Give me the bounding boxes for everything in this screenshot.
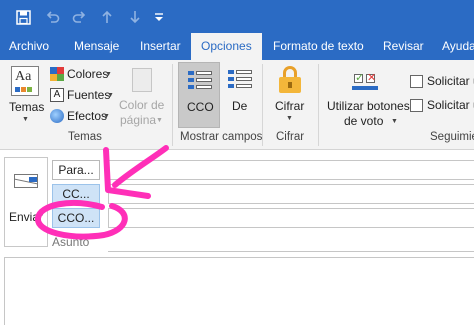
tab-insertar[interactable]: Insertar <box>140 33 181 60</box>
tab-opciones[interactable]: Opciones <box>191 33 262 60</box>
chevron-down-icon: ▼ <box>22 116 29 123</box>
palette-icon <box>50 67 64 81</box>
chevron-down-icon: ▼ <box>105 71 112 78</box>
tab-ayuda[interactable]: Ayuda <box>442 33 474 60</box>
message-body[interactable] <box>4 257 474 325</box>
cco-button[interactable]: CCO... <box>52 208 100 228</box>
chevron-down-icon: ▼ <box>286 115 293 122</box>
page-color-icon <box>132 68 152 92</box>
tab-mensaje[interactable]: Mensaje <box>74 33 119 60</box>
fuentes-label: Fuentes <box>67 88 111 102</box>
effects-icon <box>50 109 64 123</box>
botones-de-voto-label-2: de voto <box>344 114 384 128</box>
cco-label: CCO <box>187 100 214 114</box>
group-label-mostrar-campos: Mostrar campos <box>180 131 263 143</box>
tab-archivo[interactable]: Archivo <box>9 33 49 60</box>
send-label: Enviar <box>9 210 44 224</box>
solicitar-label-2: Solicitar u <box>427 98 474 112</box>
group-label-temas: Temas <box>68 131 102 143</box>
temas-label: Temas <box>9 100 45 114</box>
temas-icon: Aa <box>11 66 39 96</box>
from-icon <box>228 68 252 90</box>
send-icon <box>14 171 38 188</box>
chevron-down-icon: ▼ <box>103 113 110 120</box>
colores-button[interactable]: Colores ▼ <box>50 66 114 84</box>
checkbox[interactable] <box>410 75 423 88</box>
de-button[interactable]: De <box>224 62 256 128</box>
group-label-seguimiento: Seguimie <box>430 131 474 143</box>
chevron-down-icon: ▼ <box>156 117 163 124</box>
cco-toggle-button[interactable]: CCO <box>178 62 220 128</box>
efectos-button[interactable]: Efectos ▼ <box>50 108 114 126</box>
botones-de-voto-label: Utilizar botones <box>327 99 410 113</box>
customize-icon[interactable] <box>150 8 168 26</box>
fuentes-button[interactable]: A Fuentes ▼ <box>50 87 114 105</box>
font-icon: A <box>50 88 64 102</box>
tab-revisar[interactable]: Revisar <box>383 33 424 60</box>
checkbox[interactable] <box>410 99 423 112</box>
down-arrow-icon[interactable] <box>126 8 144 26</box>
para-field[interactable] <box>108 160 474 180</box>
undo-icon[interactable] <box>44 8 62 26</box>
color-pagina-label: Color de <box>119 98 165 112</box>
group-separator <box>172 64 173 146</box>
save-icon[interactable] <box>14 8 32 26</box>
tab-formato-de-texto[interactable]: Formato de texto <box>273 33 364 60</box>
de-label: De <box>232 99 248 113</box>
para-button[interactable]: Para... <box>52 160 100 180</box>
bcc-icon <box>188 69 212 91</box>
ribbon: Aa Temas ▼ Colores ▼ A Fuentes ▼ Efectos… <box>0 60 474 150</box>
group-label-cifrar: Cifrar <box>276 131 305 143</box>
send-button[interactable]: Enviar <box>4 157 48 247</box>
cc-button[interactable]: CC... <box>52 184 100 204</box>
temas-button[interactable]: Aa Temas ▼ <box>5 64 45 128</box>
cifrar-label: Cifrar <box>275 99 305 113</box>
group-separator <box>262 64 263 146</box>
message-compose: Enviar Para... CC... CCO... Asunto <box>0 151 474 325</box>
color-pagina-button[interactable]: Color de página ▼ <box>116 64 166 128</box>
efectos-label: Efectos <box>67 109 108 123</box>
solicitar-confirmacion-checkbox[interactable]: Solicitar u <box>410 74 474 90</box>
solicitar-label: Solicitar u <box>427 74 474 88</box>
up-arrow-icon[interactable] <box>98 8 116 26</box>
voting-icon: ✓ ✕ <box>352 66 378 92</box>
cifrar-button[interactable]: Cifrar ▼ <box>268 62 312 128</box>
chevron-down-icon: ▼ <box>391 118 398 125</box>
group-separator <box>318 64 319 146</box>
colores-label: Colores <box>67 67 109 81</box>
chevron-down-icon: ▼ <box>107 92 114 99</box>
ribbon-tabs: Archivo Mensaje Insertar Opciones Format… <box>0 33 474 60</box>
color-pagina-label-2: página <box>120 113 157 127</box>
cc-field[interactable] <box>108 184 474 204</box>
quick-access-toolbar <box>0 0 474 33</box>
asunto-label: Asunto <box>52 235 90 249</box>
redo-icon[interactable] <box>70 8 88 26</box>
cco-field[interactable] <box>108 208 474 228</box>
solicitar-lectura-checkbox[interactable]: Solicitar u <box>410 98 474 114</box>
lock-icon <box>279 66 301 94</box>
asunto-field[interactable] <box>108 232 474 252</box>
botones-de-voto-button[interactable]: ✓ ✕ Utilizar botones de voto ▼ <box>324 62 410 128</box>
